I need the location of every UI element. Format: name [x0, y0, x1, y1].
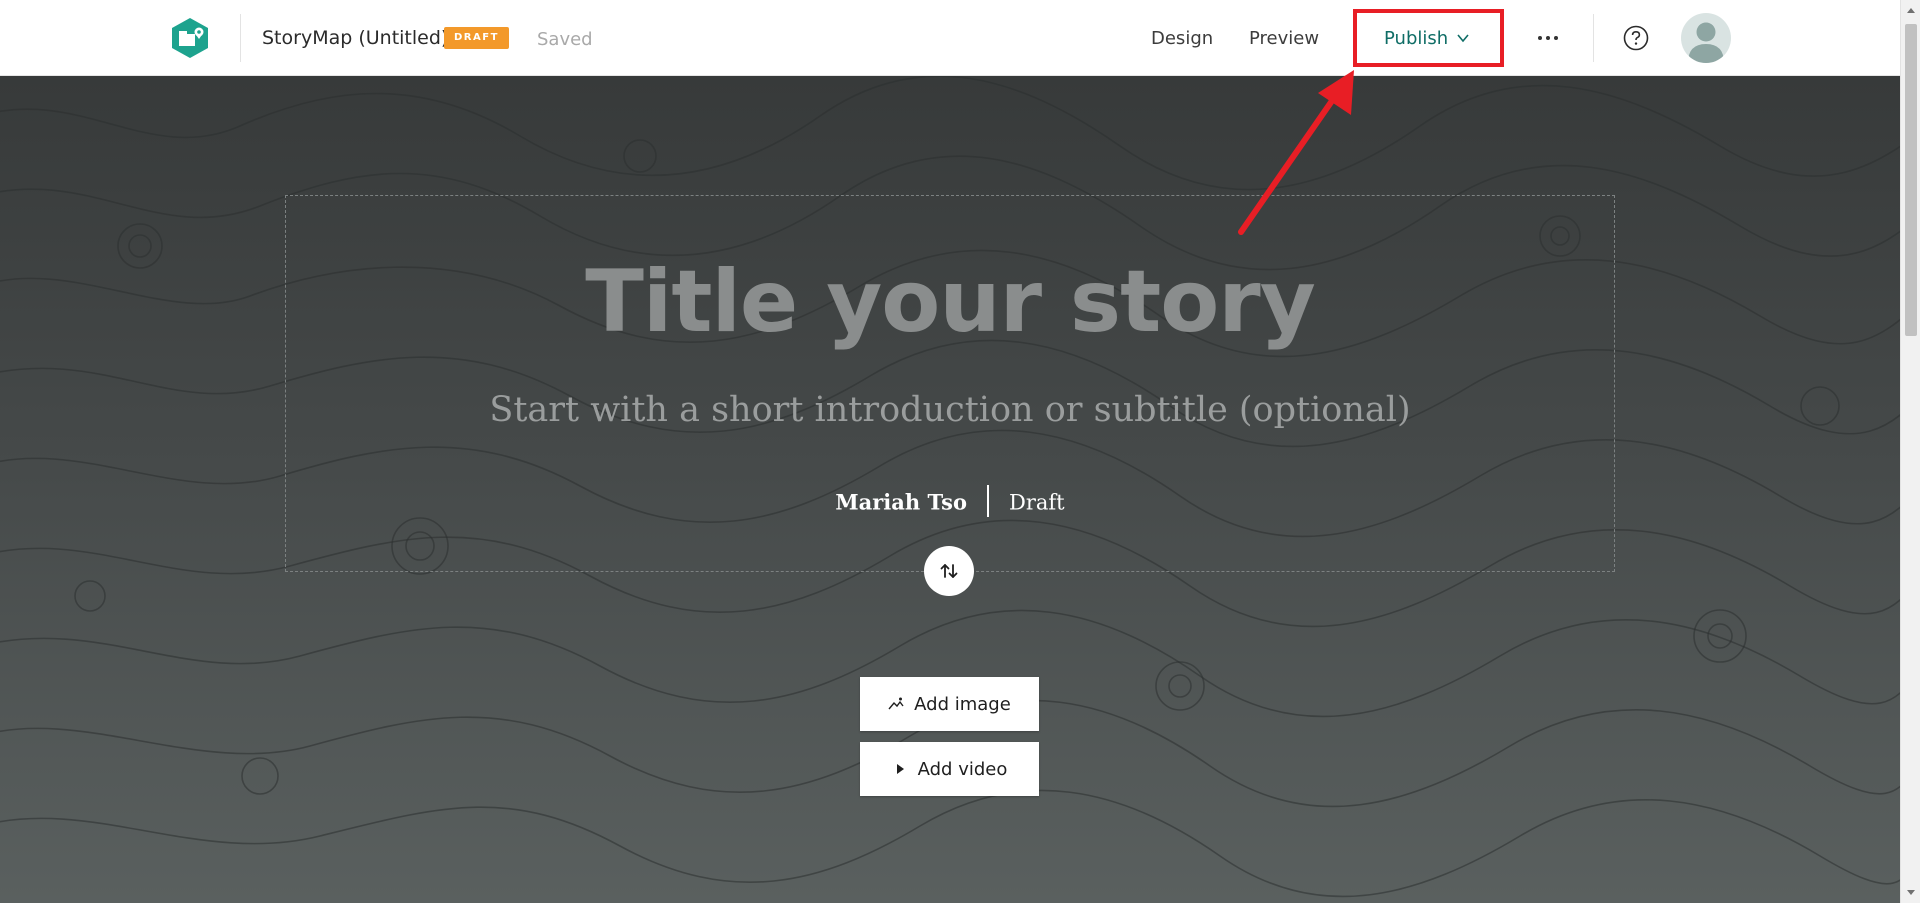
- user-avatar-icon[interactable]: [1681, 13, 1731, 63]
- header-divider: [240, 14, 241, 62]
- preview-button[interactable]: Preview: [1249, 28, 1319, 49]
- add-image-label: Add image: [914, 693, 1011, 715]
- scroll-up-icon[interactable]: [1905, 5, 1917, 17]
- swap-vertical-icon[interactable]: [924, 546, 974, 596]
- vertical-scrollbar[interactable]: [1900, 0, 1920, 903]
- story-title[interactable]: StoryMap (Untitled): [262, 27, 448, 49]
- byline: Mariah Tso Draft: [285, 485, 1615, 520]
- story-status: Draft: [1009, 490, 1065, 515]
- story-cover: Title your story Start with a short intr…: [0, 76, 1900, 903]
- save-status: Saved: [537, 29, 593, 50]
- more-horizontal-icon[interactable]: [1533, 26, 1563, 50]
- design-button[interactable]: Design: [1151, 28, 1213, 49]
- byline-separator: [987, 485, 989, 517]
- storymap-icon[interactable]: [171, 17, 209, 59]
- publish-button[interactable]: Publish: [1384, 28, 1448, 49]
- author-name[interactable]: Mariah Tso: [835, 490, 967, 515]
- story-subtitle-input[interactable]: Start with a short introduction or subti…: [285, 390, 1615, 430]
- add-image-button[interactable]: Add image: [860, 677, 1039, 731]
- story-title-input[interactable]: Title your story: [285, 252, 1615, 352]
- header-divider: [1593, 14, 1594, 62]
- scrollbar-thumb[interactable]: [1905, 24, 1917, 336]
- annotation-arrow: [1238, 70, 1354, 235]
- scroll-down-icon[interactable]: [1905, 886, 1917, 898]
- add-video-label: Add video: [917, 758, 1008, 780]
- app-header: StoryMap (Untitled) DRAFT Saved Design P…: [0, 0, 1900, 76]
- draft-badge: DRAFT: [444, 27, 509, 49]
- play-icon: [896, 764, 904, 774]
- image-icon: [888, 697, 904, 710]
- add-video-button[interactable]: Add video: [860, 742, 1039, 796]
- chevron-down-icon[interactable]: [1456, 31, 1470, 45]
- help-icon[interactable]: [1623, 25, 1649, 51]
